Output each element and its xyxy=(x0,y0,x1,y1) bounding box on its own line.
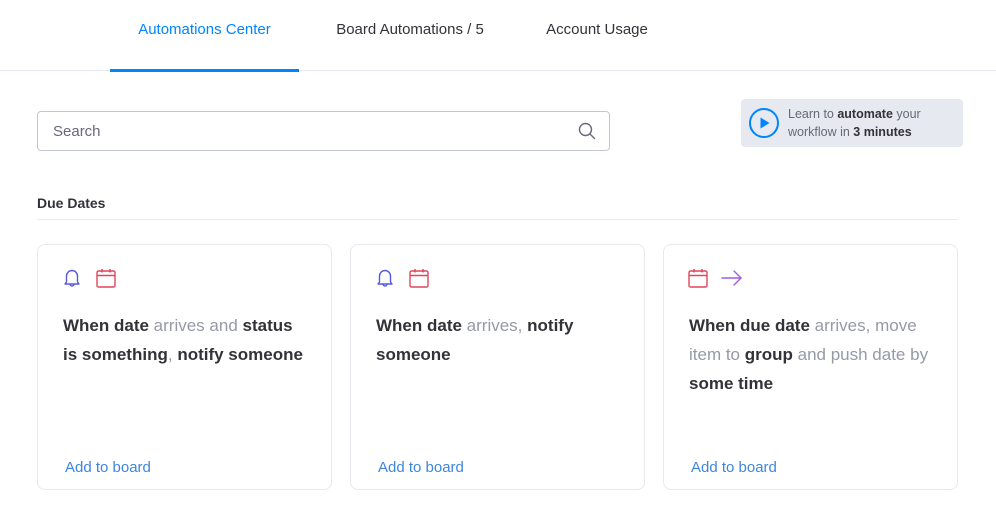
calendar-icon xyxy=(96,269,116,288)
tab-bar: Automations Center Board Automations / 5… xyxy=(0,0,996,72)
arrow-right-icon xyxy=(721,270,742,286)
play-circle-icon xyxy=(749,108,779,138)
bell-icon xyxy=(64,269,80,287)
promo-text: Learn to automate your workflow in 3 min… xyxy=(788,107,921,139)
add-to-board-link[interactable]: Add to board xyxy=(378,459,464,476)
tab-board-automations[interactable]: Board Automations / 5 xyxy=(320,0,500,71)
section-title-due-dates: Due Dates xyxy=(37,195,106,211)
automation-card[interactable]: When date arrives, notify someone Add to… xyxy=(350,244,645,490)
automation-recipe-text: When date arrives, notify someone xyxy=(376,316,574,364)
add-to-board-link[interactable]: Add to board xyxy=(65,459,151,476)
add-to-board-link[interactable]: Add to board xyxy=(691,459,777,476)
automation-recipe-text: When date arrives and status is somethin… xyxy=(63,316,303,364)
search-box xyxy=(37,111,610,151)
search-input[interactable] xyxy=(38,112,577,150)
calendar-icon xyxy=(688,269,708,288)
tab-automations-center[interactable]: Automations Center xyxy=(110,0,299,72)
automation-card[interactable]: When due date arrives, move item to grou… xyxy=(663,244,958,490)
bell-icon xyxy=(377,269,393,287)
section-divider xyxy=(37,219,958,220)
learn-automate-video-button[interactable]: Learn to automate your workflow in 3 min… xyxy=(741,99,963,147)
search-icon[interactable] xyxy=(577,121,597,141)
tab-account-usage[interactable]: Account Usage xyxy=(532,0,662,71)
automation-recipe-text: When due date arrives, move item to grou… xyxy=(689,316,929,393)
automation-card[interactable]: When date arrives and status is somethin… xyxy=(37,244,332,490)
calendar-icon xyxy=(409,269,429,288)
